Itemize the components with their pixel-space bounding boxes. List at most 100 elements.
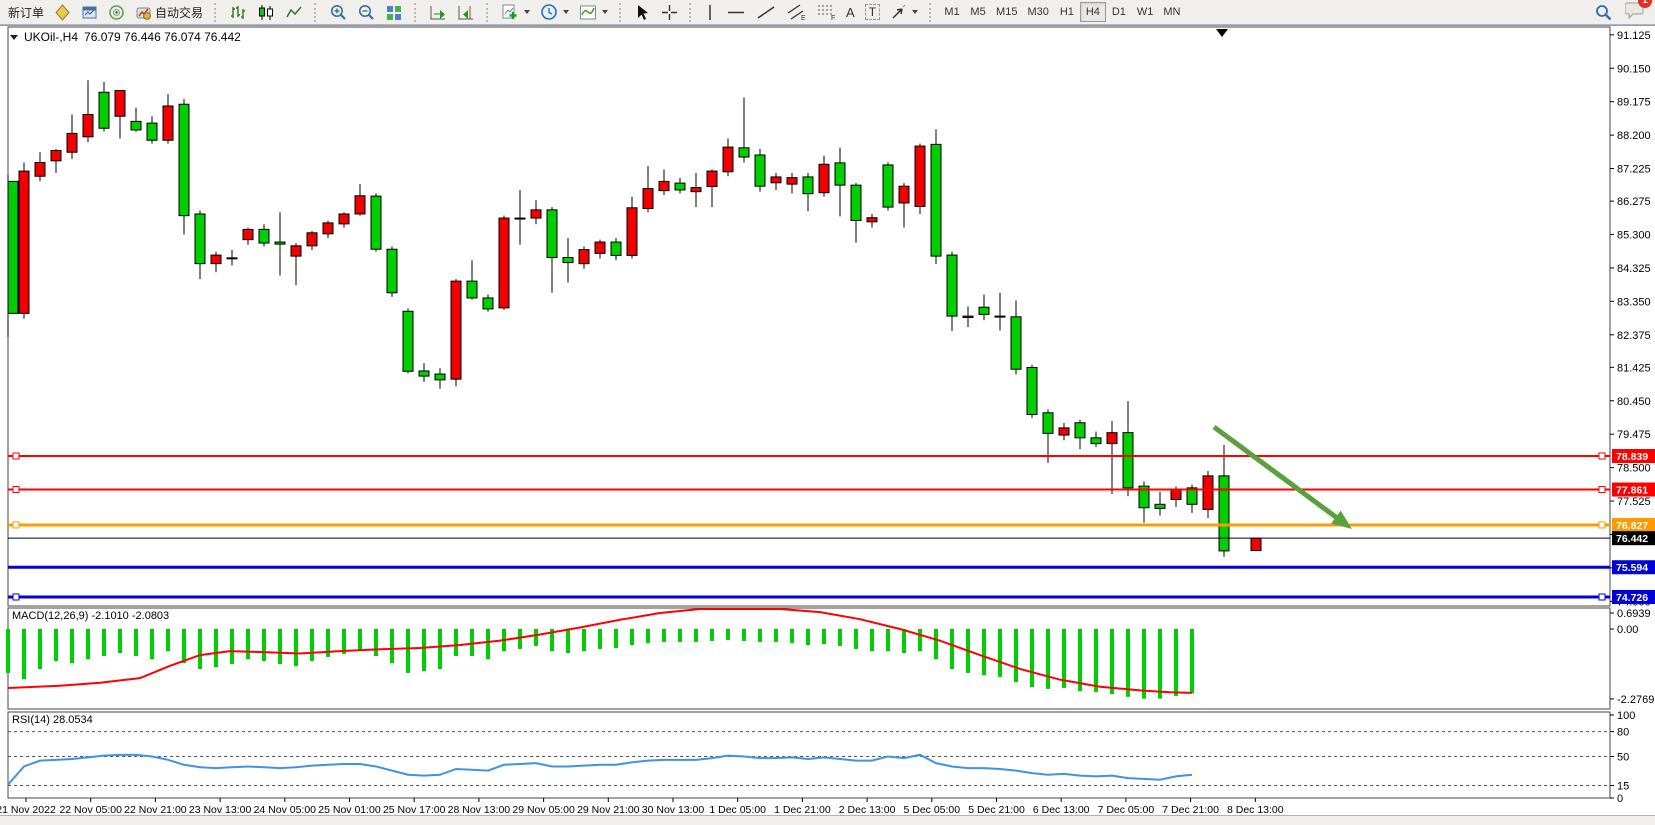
line-chart-icon bbox=[285, 4, 303, 21]
crosshair-button[interactable] bbox=[656, 2, 683, 23]
fibonacci-button[interactable]: F bbox=[811, 2, 841, 23]
candlestick bbox=[803, 177, 813, 194]
line-handle[interactable] bbox=[1599, 453, 1605, 459]
timeframe-w1[interactable]: W1 bbox=[1132, 2, 1159, 22]
macd-histogram-bar bbox=[134, 629, 138, 656]
rsi-axis-label: 50 bbox=[1617, 752, 1629, 764]
clock-icon bbox=[540, 3, 558, 21]
macd-histogram-bar bbox=[678, 629, 682, 642]
auto-scroll-icon bbox=[429, 4, 447, 21]
label-tool-button[interactable]: T bbox=[860, 2, 885, 23]
search-icon bbox=[1594, 3, 1612, 21]
crosshair-icon bbox=[661, 4, 678, 21]
line-handle[interactable] bbox=[13, 522, 19, 528]
timeframe-m1[interactable]: M1 bbox=[939, 2, 965, 22]
auto-scroll-button[interactable] bbox=[424, 2, 452, 23]
timeframe-m30[interactable]: M30 bbox=[1022, 2, 1053, 22]
macd-histogram-bar bbox=[38, 629, 42, 669]
line-handle[interactable] bbox=[1599, 594, 1605, 600]
candlestick bbox=[995, 316, 1005, 317]
chart-symbol: UKOil-,H4 bbox=[24, 30, 78, 44]
candlestick bbox=[307, 233, 317, 246]
text-tool-button[interactable]: A bbox=[841, 2, 860, 23]
timeframe-d1[interactable]: D1 bbox=[1106, 2, 1132, 22]
shapes-button[interactable] bbox=[885, 2, 923, 23]
zoom-in-button[interactable] bbox=[324, 2, 352, 23]
candlestick bbox=[931, 144, 941, 256]
macd-histogram-bar bbox=[806, 629, 810, 645]
macd-histogram-bar bbox=[646, 629, 650, 643]
macd-histogram-bar bbox=[118, 629, 122, 653]
candlestick bbox=[531, 210, 541, 218]
tile-windows-button[interactable] bbox=[380, 2, 408, 23]
line-handle[interactable] bbox=[1599, 522, 1605, 528]
timeframe-h1[interactable]: H1 bbox=[1054, 2, 1080, 22]
timeframe-mn[interactable]: MN bbox=[1158, 2, 1185, 22]
window-icon bbox=[81, 4, 98, 21]
zoom-out-button[interactable] bbox=[352, 2, 380, 23]
svg-text:E: E bbox=[801, 15, 806, 21]
scroll-group bbox=[424, 0, 480, 25]
candlestick bbox=[147, 123, 157, 140]
line-handle[interactable] bbox=[1599, 487, 1605, 493]
macd-histogram-bar bbox=[918, 629, 922, 651]
autotrade-button[interactable]: 自动交易 bbox=[130, 2, 208, 23]
signals-button[interactable] bbox=[103, 2, 130, 23]
equidistant-channel-button[interactable]: E bbox=[781, 2, 811, 23]
price-tick-label: 86.275 bbox=[1617, 196, 1651, 208]
candlestick bbox=[787, 178, 797, 185]
chart-shift-button[interactable] bbox=[452, 2, 480, 23]
candlestick bbox=[19, 171, 29, 313]
candlestick bbox=[771, 177, 781, 183]
candlestick bbox=[195, 214, 205, 264]
macd-histogram-bar bbox=[278, 629, 282, 664]
timeframe-h4[interactable]: H4 bbox=[1080, 2, 1106, 22]
periods-button[interactable] bbox=[535, 2, 574, 23]
notifications-button[interactable]: 1 bbox=[1625, 0, 1645, 24]
candlestick bbox=[243, 229, 253, 239]
data-window-button[interactable] bbox=[76, 2, 103, 23]
new-chart-button[interactable] bbox=[496, 2, 535, 23]
macd-indicator-label: MACD(12,26,9) -2.1010 -2.0803 bbox=[12, 610, 169, 622]
cursor-button[interactable] bbox=[629, 2, 656, 23]
macd-histogram-bar bbox=[470, 629, 474, 656]
candlestick-chart-button[interactable] bbox=[252, 2, 280, 23]
line-handle[interactable] bbox=[13, 487, 19, 493]
candlestick bbox=[611, 242, 621, 255]
vertical-line-button[interactable] bbox=[699, 2, 721, 23]
indicators-button[interactable] bbox=[574, 2, 613, 23]
chevron-down-icon bbox=[912, 10, 918, 14]
candlestick bbox=[1011, 317, 1021, 369]
macd-histogram-bar bbox=[390, 629, 394, 663]
candlestick bbox=[499, 218, 509, 308]
macd-histogram-bar bbox=[1142, 629, 1146, 699]
candlestick bbox=[419, 371, 429, 376]
macd-histogram-bar bbox=[406, 629, 410, 673]
line-handle[interactable] bbox=[13, 594, 19, 600]
line-chart-button[interactable] bbox=[280, 2, 308, 23]
market-watch-button[interactable] bbox=[49, 2, 76, 23]
macd-histogram-bar bbox=[262, 629, 266, 661]
new-order-button[interactable]: 新订单 bbox=[3, 2, 49, 23]
line-handle[interactable] bbox=[13, 453, 19, 459]
candlestick bbox=[1075, 423, 1085, 438]
chart-window[interactable]: UKOil-,H4 76.079 76.446 76.074 76.442 MA… bbox=[0, 25, 1655, 815]
search-button[interactable] bbox=[1589, 2, 1617, 23]
candlestick bbox=[1203, 476, 1213, 510]
window-menu-icon[interactable] bbox=[10, 35, 18, 40]
macd-histogram-bar bbox=[454, 629, 458, 656]
trendline-button[interactable] bbox=[751, 2, 781, 23]
horizontal-line-button[interactable] bbox=[721, 2, 751, 23]
price-level-label-text: 77.861 bbox=[1616, 485, 1648, 497]
macd-histogram-bar bbox=[854, 629, 858, 649]
candlestick bbox=[595, 242, 605, 253]
candlestick bbox=[371, 196, 381, 249]
bar-chart-button[interactable] bbox=[224, 2, 252, 23]
candlestick bbox=[627, 208, 637, 256]
price-tick-label: 79.475 bbox=[1617, 429, 1651, 441]
price-tick-label: 82.375 bbox=[1617, 330, 1651, 342]
timeframe-m5[interactable]: M5 bbox=[965, 2, 991, 22]
price-tick-label: 87.225 bbox=[1617, 164, 1651, 176]
price-chart-canvas[interactable]: 91.12590.15089.17588.20087.22586.27585.3… bbox=[0, 26, 1655, 816]
timeframe-m15[interactable]: M15 bbox=[991, 2, 1022, 22]
